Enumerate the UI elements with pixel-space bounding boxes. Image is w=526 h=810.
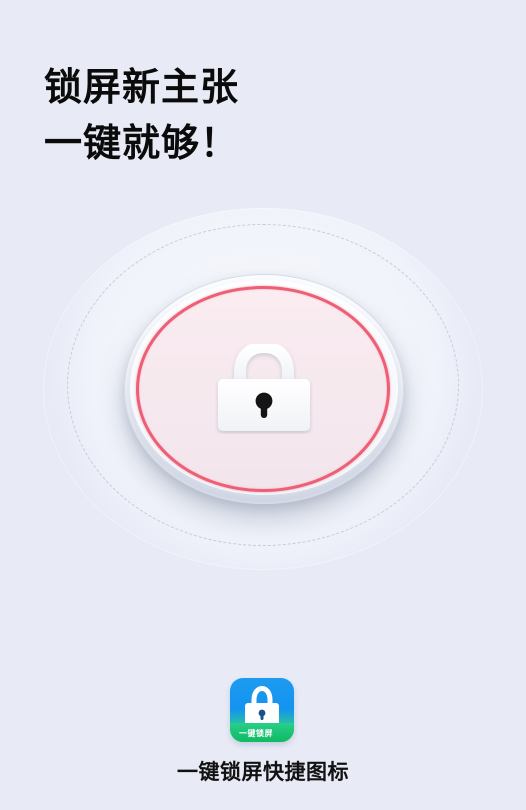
app-name-label: 一键锁屏快捷图标 bbox=[177, 760, 349, 784]
promo-headline: 锁屏新主张 一键就够！ bbox=[44, 64, 239, 176]
app-icon[interactable]: 一键锁屏 bbox=[230, 678, 294, 742]
app-icon-caption: 一键锁屏 bbox=[239, 729, 273, 738]
padlock-icon bbox=[218, 344, 310, 431]
headline-line-2: 一键就够！ bbox=[44, 121, 240, 165]
lock-stage bbox=[0, 198, 526, 588]
headline-line-1: 锁屏新主张 bbox=[44, 65, 240, 109]
app-icon-caption-strip: 一键锁屏 bbox=[230, 723, 294, 742]
